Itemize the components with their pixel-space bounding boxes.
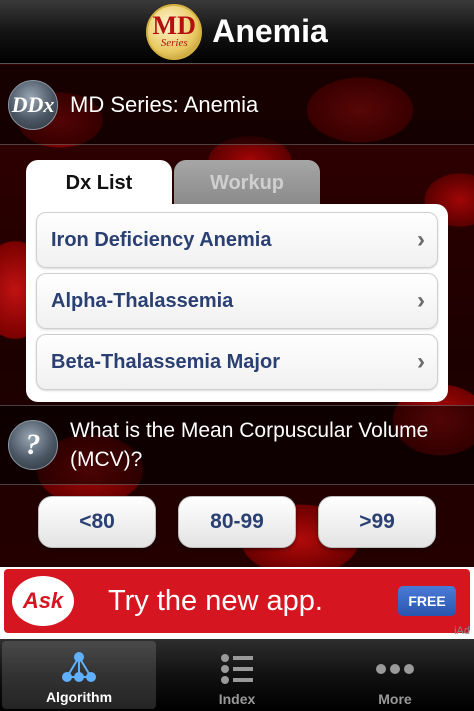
list-item-label: Iron Deficiency Anemia xyxy=(51,228,272,251)
chevron-right-icon: › xyxy=(417,287,425,314)
list-item-iron-deficiency-anemia[interactable]: Iron Deficiency Anemia › xyxy=(36,212,438,268)
bottom-tab-bar: Algorithm Index More xyxy=(0,639,474,711)
ad-content[interactable]: Ask Try the new app. FREE xyxy=(4,569,470,633)
ddx-header-row: DDx MD Series: Anemia xyxy=(0,65,474,145)
ask-logo: Ask xyxy=(12,576,74,626)
list-item-label: Beta-Thalassemia Major xyxy=(51,350,280,373)
logo-series-text: Series xyxy=(160,37,188,49)
tabbar-label: Algorithm xyxy=(45,689,113,705)
iad-label: iAd xyxy=(454,625,470,637)
ad-banner[interactable]: Ask Try the new app. FREE iAd xyxy=(0,567,474,639)
ad-headline: Try the new app. xyxy=(108,584,323,617)
md-series-logo: MD Series xyxy=(146,3,203,60)
tabbar-item-more[interactable]: More xyxy=(316,639,474,711)
list-item-beta-thalassemia-major[interactable]: Beta-Thalassemia Major › xyxy=(36,334,438,390)
list-index-icon xyxy=(217,651,257,687)
ad-free-button[interactable]: FREE xyxy=(398,586,456,616)
chevron-right-icon: › xyxy=(417,348,425,375)
algorithm-tree-icon xyxy=(59,649,99,685)
tabbar-item-index[interactable]: Index xyxy=(158,639,316,711)
logo-md-text: MD xyxy=(152,11,196,40)
chevron-right-icon: › xyxy=(417,226,425,253)
segment-tabs: Dx List Workup xyxy=(26,160,320,206)
page-title: Anemia xyxy=(212,13,328,49)
answer-buttons: <80 80-99 >99 xyxy=(38,496,458,548)
question-mark-icon: ? xyxy=(8,420,58,470)
more-dots-icon xyxy=(373,651,417,687)
navigation-bar: MD Series Anemia xyxy=(0,0,474,64)
question-text: What is the Mean Corpuscular Volume (MCV… xyxy=(70,419,429,471)
ddx-icon: DDx xyxy=(8,79,58,130)
list-item-alpha-thalassemia[interactable]: Alpha-Thalassemia › xyxy=(36,273,438,329)
diagnosis-list-panel: Iron Deficiency Anemia › Alpha-Thalassem… xyxy=(26,204,448,402)
tabbar-item-algorithm[interactable]: Algorithm xyxy=(2,641,156,709)
tabbar-label: Index xyxy=(218,691,256,707)
tabbar-label: More xyxy=(378,691,412,707)
tab-dx-list[interactable]: Dx List xyxy=(26,160,172,206)
answer-button-over-99[interactable]: >99 xyxy=(318,496,436,548)
answer-button-under-80[interactable]: <80 xyxy=(38,496,156,548)
ddx-title: MD Series: Anemia xyxy=(70,91,259,117)
list-item-label: Alpha-Thalassemia xyxy=(51,289,234,312)
question-row: ? What is the Mean Corpuscular Volume (M… xyxy=(0,405,474,485)
tab-workup[interactable]: Workup xyxy=(174,160,320,206)
answer-button-80-99[interactable]: 80-99 xyxy=(178,496,296,548)
